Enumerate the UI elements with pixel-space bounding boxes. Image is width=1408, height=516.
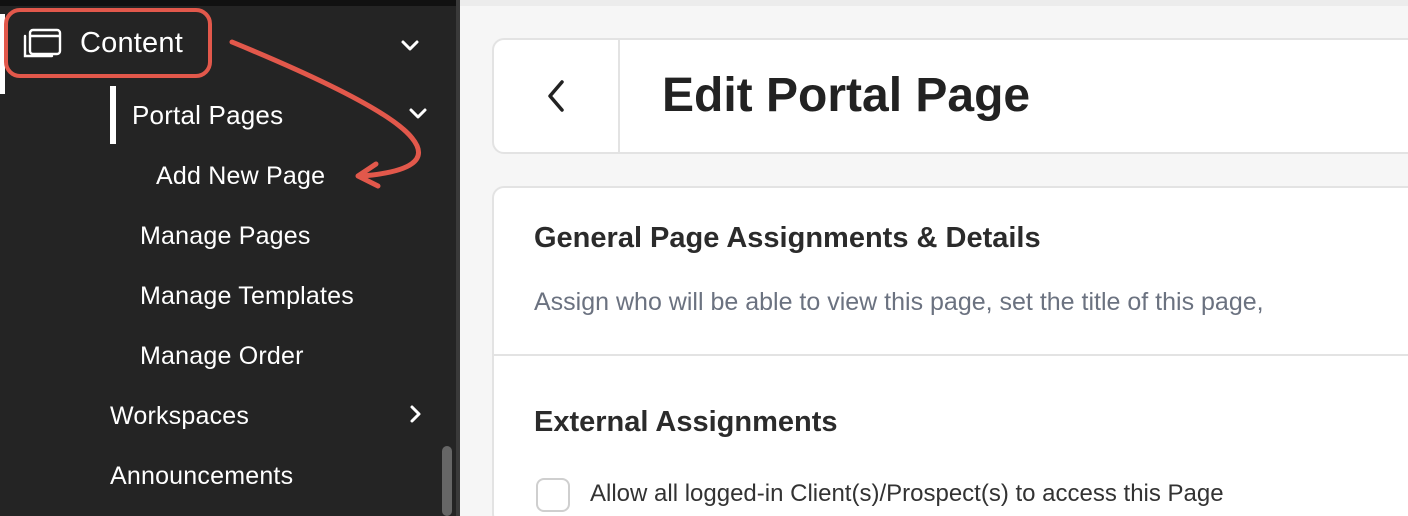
- page-form: General Page Assignments & Details Assig…: [492, 186, 1408, 516]
- main-content: Edit Portal Page General Page Assignment…: [460, 0, 1408, 516]
- sidebar-item-add-new-page[interactable]: Add New Page: [156, 156, 325, 196]
- sidebar-item-content[interactable]: Content: [4, 8, 212, 78]
- sidebar-item-manage-pages[interactable]: Manage Pages: [140, 216, 311, 256]
- sidebar-item-manage-templates[interactable]: Manage Templates: [140, 276, 354, 316]
- allow-clients-checkbox[interactable]: [536, 478, 570, 512]
- allow-clients-checkbox-label: Allow all logged-in Client(s)/Prospect(s…: [590, 480, 1224, 507]
- sidebar-scrollbar[interactable]: [442, 446, 452, 516]
- chevron-right-icon[interactable]: [406, 404, 426, 424]
- sidebar-item-workspaces[interactable]: Workspaces: [110, 396, 249, 436]
- sidebar: Content Portal Pages Add New Page Manage…: [0, 0, 460, 516]
- sidebar-item-portal-pages[interactable]: Portal Pages: [110, 86, 283, 144]
- sidebar-item-portal-pages-label: Portal Pages: [132, 99, 284, 130]
- sidebar-item-label: Manage Order: [140, 341, 304, 370]
- sidebar-item-label: Manage Templates: [140, 281, 354, 310]
- general-section-description: Assign who will be able to view this pag…: [534, 288, 1264, 316]
- window-stack-icon: [23, 28, 62, 58]
- sidebar-item-manage-order[interactable]: Manage Order: [140, 336, 304, 376]
- sidebar-item-announcements[interactable]: Announcements: [110, 456, 293, 496]
- chevron-down-icon[interactable]: [400, 36, 420, 56]
- page-header: Edit Portal Page: [492, 38, 1408, 154]
- chevron-down-icon[interactable]: [408, 104, 428, 124]
- sidebar-top-bar: [0, 0, 460, 6]
- section-divider: [494, 354, 1408, 356]
- general-section-title: General Page Assignments & Details: [534, 222, 1041, 254]
- external-section-title: External Assignments: [534, 406, 838, 438]
- back-button[interactable]: [494, 40, 620, 152]
- sidebar-item-content-label: Content: [80, 26, 183, 59]
- page-title: Edit Portal Page: [662, 69, 1031, 122]
- sidebar-item-label: Manage Pages: [140, 221, 311, 250]
- sidebar-item-label: Add New Page: [156, 161, 326, 190]
- chevron-left-icon: [548, 80, 564, 112]
- sidebar-item-label: Announcements: [110, 461, 294, 490]
- sidebar-item-label: Workspaces: [110, 401, 250, 430]
- top-border: [460, 0, 1408, 6]
